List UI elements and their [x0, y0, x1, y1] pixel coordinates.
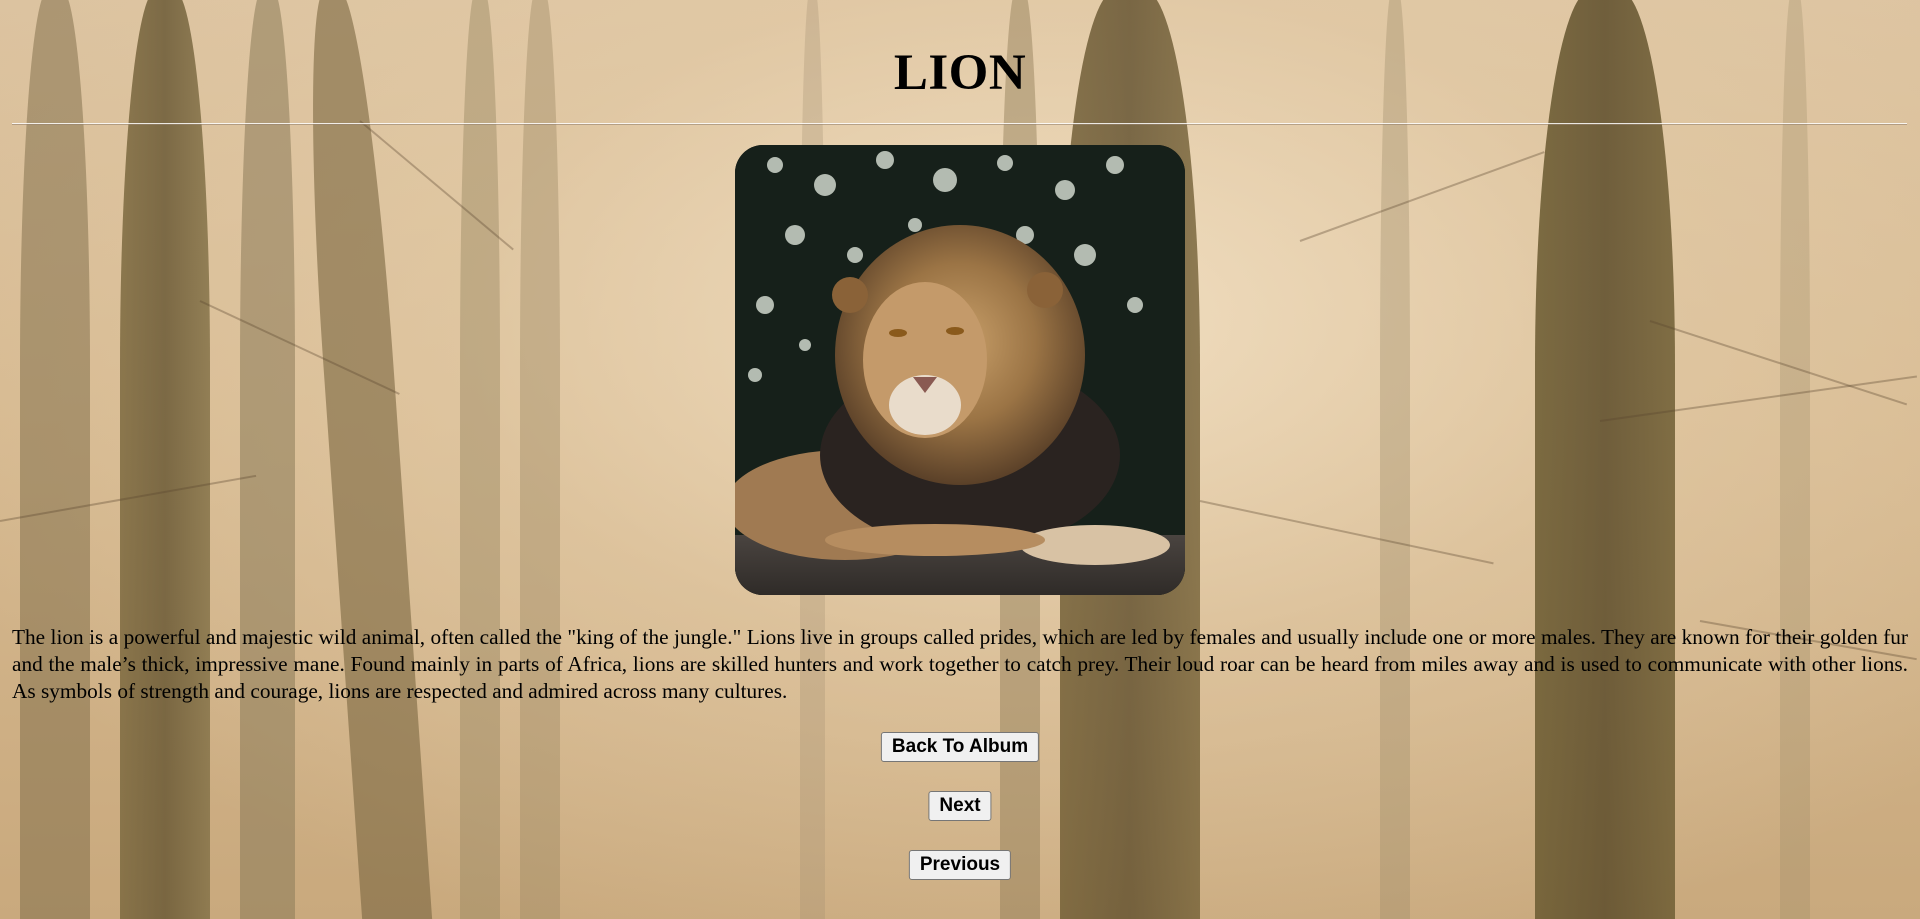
- page: LION The lion is a powerful and majestic…: [0, 0, 1920, 919]
- back-to-album-button[interactable]: Back To Album: [880, 732, 1040, 762]
- lion-image: [735, 145, 1185, 595]
- next-button[interactable]: Next: [928, 791, 992, 821]
- page-title: LION: [893, 45, 1027, 101]
- previous-button[interactable]: Previous: [908, 850, 1012, 880]
- title-divider: [12, 123, 1907, 125]
- lion-description: The lion is a powerful and majestic wild…: [12, 625, 1908, 703]
